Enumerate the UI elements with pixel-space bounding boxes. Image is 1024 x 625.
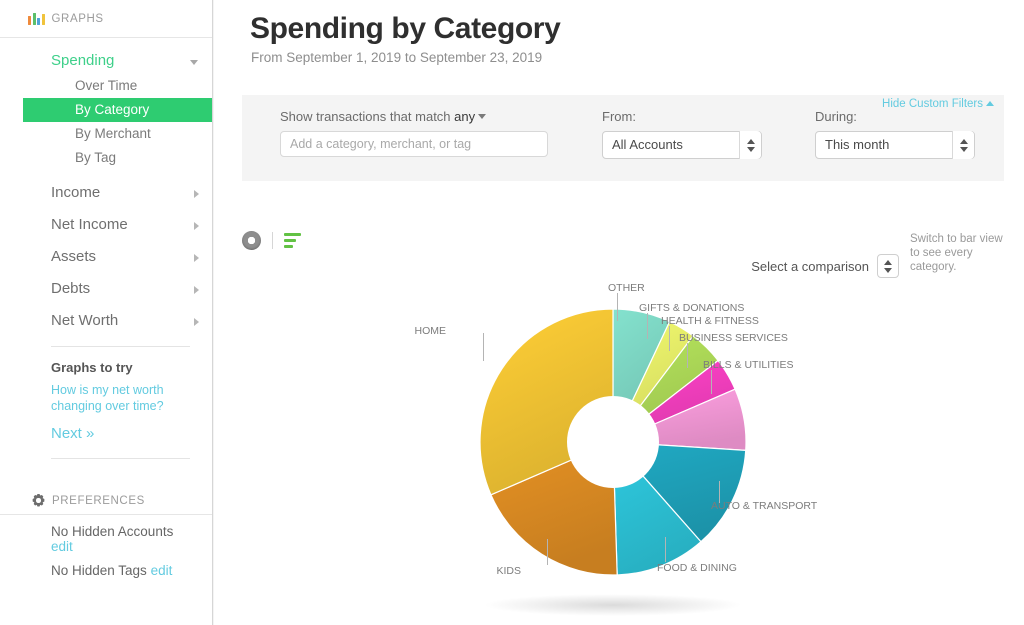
sidebar-nav: Spending Over Time By Category By Mercha… (0, 38, 212, 337)
bar-view-icon[interactable] (284, 232, 301, 249)
sidebar-header: GRAPHS (0, 0, 212, 38)
chevron-right-icon (194, 286, 199, 294)
donut-slice-label: HEALTH & FITNESS (661, 315, 759, 327)
donut-slice-label: KIDS (496, 565, 521, 577)
page-date-range: From September 1, 2019 to September 23, … (251, 50, 543, 65)
sidebar-item-net-worth[interactable]: Net Worth (0, 305, 212, 337)
comparison-control: Select a comparison (751, 254, 899, 278)
filter-from-column: From: All Accounts (602, 109, 762, 159)
filter-match-value[interactable]: any (454, 109, 475, 124)
stepper-icon[interactable] (739, 131, 761, 159)
sidebar-item-by-category[interactable]: By Category (23, 98, 212, 122)
filter-during-column: During: This month (815, 109, 975, 159)
preference-hidden-tags-label: No Hidden Tags (51, 563, 147, 578)
chevron-up-icon (986, 101, 994, 106)
sidebar-header-label: GRAPHS (51, 12, 104, 25)
filter-match-label: Show transactions that match any (280, 109, 548, 124)
donut-leader-line (547, 539, 548, 565)
accounts-select-value: All Accounts (612, 137, 683, 152)
sidebar-item-debts-label: Debts (51, 280, 91, 297)
accounts-select[interactable]: All Accounts (602, 131, 762, 159)
edit-hidden-tags-link[interactable]: edit (151, 563, 173, 578)
chevron-right-icon (194, 254, 199, 262)
graphs-to-try: Graphs to try How is my net worth changi… (0, 347, 212, 442)
donut-slice-label: BILLS & UTILITIES (703, 359, 794, 371)
filter-match-column: Show transactions that match any (280, 109, 548, 157)
chevron-down-icon (478, 114, 487, 119)
gear-icon (32, 494, 45, 507)
donut-slice-label: HOME (414, 325, 447, 337)
donut-slice-label: FOOD & DINING (657, 562, 737, 574)
chevron-down-icon (190, 60, 198, 65)
donut-hole (567, 396, 659, 488)
chart-view-toggle (242, 231, 301, 250)
chevron-right-icon (194, 190, 199, 198)
donut-leader-line (617, 293, 618, 321)
sidebar-item-by-merchant[interactable]: By Merchant (0, 122, 212, 146)
comparison-stepper-icon[interactable] (877, 254, 899, 278)
preference-hidden-accounts: No Hidden Accounts edit (0, 515, 212, 554)
search-input[interactable] (280, 131, 548, 157)
sidebar: GRAPHS Spending Over Time By Category By… (0, 0, 219, 625)
main-content: Spending by Category From September 1, 2… (214, 0, 1024, 625)
donut-slice-label: GIFTS & DONATIONS (639, 302, 745, 314)
page-title: Spending by Category (250, 12, 561, 45)
graphs-page: GRAPHS Spending Over Time By Category By… (0, 0, 1024, 625)
chart-toolbar: Select a comparison Switch to bar view t… (214, 228, 1024, 288)
toggle-divider (272, 232, 273, 249)
donut-leader-line (483, 333, 484, 361)
filter-from-label: From: (602, 109, 636, 124)
donut-leader-line (669, 326, 670, 351)
donut-slice-label: OTHER (608, 282, 645, 294)
graphs-to-try-title: Graphs to try (51, 360, 133, 375)
sidebar-item-debts[interactable]: Debts (0, 273, 212, 305)
preferences-header: PREFERENCES (0, 487, 212, 515)
chart-shadow (485, 594, 741, 616)
preferences-header-label: PREFERENCES (52, 494, 145, 507)
donut-leader-line (711, 370, 712, 394)
donut-slice-label: BUSINESS SERVICES (679, 332, 788, 344)
preference-hidden-accounts-label: No Hidden Accounts (51, 524, 174, 539)
sidebar-item-net-worth-label: Net Worth (51, 312, 119, 329)
sidebar-group-label: Spending (51, 52, 115, 69)
sidebar-item-assets[interactable]: Assets (0, 241, 212, 273)
donut-view-icon[interactable] (242, 231, 261, 250)
sidebar-group-spending[interactable]: Spending (0, 47, 212, 74)
period-select-value: This month (825, 137, 890, 152)
bar-chart-icon (28, 12, 45, 25)
chevron-right-icon (194, 222, 199, 230)
filter-match-prefix: Show transactions that match (280, 109, 451, 124)
donut-slice-label: AUTO & TRANSPORT (711, 500, 818, 512)
graphs-to-try-link[interactable]: How is my net worth changing over time? (51, 382, 192, 414)
sidebar-item-by-tag[interactable]: By Tag (0, 146, 212, 170)
sidebar-item-over-time[interactable]: Over Time (0, 74, 212, 98)
preference-hidden-tags: No Hidden Tags edit (0, 554, 212, 578)
bar-view-hint: Switch to bar view to see every category… (910, 233, 1003, 273)
sidebar-item-income-label: Income (51, 184, 101, 201)
period-select[interactable]: This month (815, 131, 975, 159)
donut-leader-line (665, 537, 666, 562)
sidebar-item-income[interactable]: Income (0, 177, 212, 209)
edit-hidden-accounts-link[interactable]: edit (51, 539, 73, 554)
sidebar-item-net-income-label: Net Income (51, 216, 128, 233)
donut-leader-line (647, 313, 648, 339)
graphs-to-try-next[interactable]: Next » (51, 425, 192, 442)
chevron-right-icon (194, 318, 199, 326)
filter-during-label: During: (815, 109, 857, 124)
sidebar-item-net-income[interactable]: Net Income (0, 209, 212, 241)
comparison-label[interactable]: Select a comparison (751, 259, 869, 274)
filter-bar: Hide Custom Filters Show transactions th… (242, 95, 1004, 181)
sidebar-divider-2 (51, 458, 190, 459)
donut-leader-line (687, 343, 688, 368)
donut-chart: OTHER GIFTS & DONATIONS HEALTH & FITNESS BU… (214, 282, 1024, 625)
sidebar-item-assets-label: Assets (51, 248, 97, 265)
donut-leader-line (719, 481, 720, 503)
stepper-icon[interactable] (952, 131, 974, 159)
